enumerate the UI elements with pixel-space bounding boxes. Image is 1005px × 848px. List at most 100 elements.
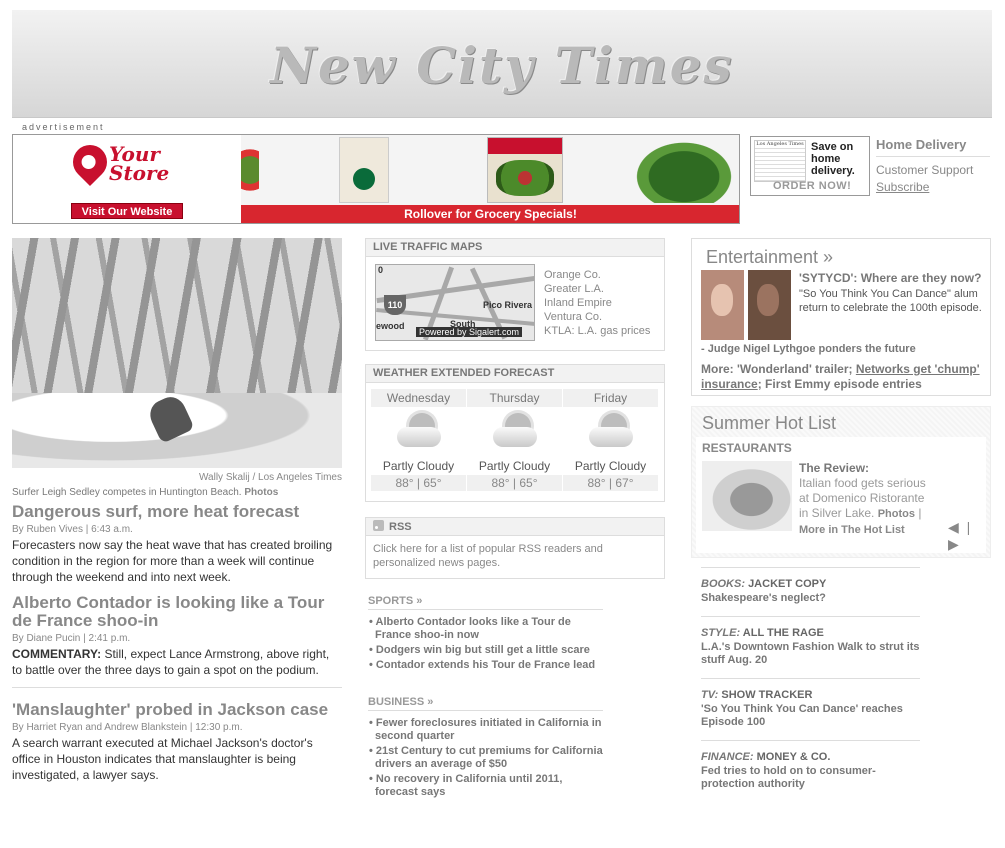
traffic-link-greater-la[interactable]: Greater L.A. [544, 282, 650, 296]
traffic-region-links: Orange Co. Greater L.A. Inland Empire Ve… [544, 268, 650, 338]
entertainment-summary: "So You Think You Can Dance" alum return… [799, 288, 982, 314]
photos-link[interactable]: Photos [878, 508, 915, 520]
more-suffix[interactable]: ; First Emmy episode entries [758, 377, 922, 391]
business-section-link[interactable]: BUSINESS » [368, 696, 603, 711]
forecast-temps: 88° | 65° [467, 475, 562, 491]
feature-kicker[interactable]: TV: SHOW TRACKER [701, 689, 920, 701]
entertainment-photo[interactable] [701, 270, 791, 340]
entertainment-story: 'SYTYCD': Where are they now? "So You Th… [799, 271, 984, 315]
visit-website-button[interactable]: Visit Our Website [71, 203, 183, 219]
feature-kicker-label[interactable]: FINANCE: [701, 751, 754, 763]
customer-support-link[interactable]: Customer Support [876, 163, 990, 177]
traffic-header: LIVE TRAFFIC MAPS [366, 239, 664, 257]
feature-title-link[interactable]: Shakespeare's neglect? [701, 592, 920, 605]
masthead[interactable]: New City Times [12, 10, 992, 118]
list-item[interactable]: • No recovery in California until 2011, … [368, 773, 603, 799]
traffic-maps-box: LIVE TRAFFIC MAPS 0 110 Pico Rivera ewoo… [365, 238, 665, 351]
hot-list-nav-arrows[interactable]: ◀ | ▶ [948, 519, 986, 553]
map-label-pico: Pico Rivera [482, 300, 532, 310]
photo-caption: Surfer Leigh Sedley competes in Huntingt… [12, 487, 278, 498]
rollover-specials-bar[interactable]: Rollover for Grocery Specials! [241, 205, 739, 223]
sports-section: SPORTS » • Alberto Contador looks like a… [368, 595, 603, 674]
subscribe-link[interactable]: Subscribe [876, 180, 990, 194]
sports-section-link[interactable]: SPORTS » [368, 595, 603, 610]
traffic-link-orange[interactable]: Orange Co. [544, 268, 650, 282]
feature-title-link[interactable]: 'So You Think You Can Dance' reaches Epi… [701, 703, 920, 729]
photo-caption-text: Surfer Leigh Sedley competes in Huntingt… [12, 487, 242, 498]
lead-photo[interactable] [12, 238, 342, 468]
forecast-day: Thursday Partly Cloudy 88° | 65° [467, 389, 562, 491]
list-item-label[interactable]: Alberto Contador looks like a Tour de Fr… [375, 616, 571, 641]
sports-list: • Alberto Contador looks like a Tour de … [368, 616, 603, 672]
store-logo-text: Your Store [109, 142, 170, 185]
story-headline[interactable]: Alberto Contador is looking like a Tour … [12, 594, 342, 630]
feature-kicker-label[interactable]: TV: [701, 689, 718, 701]
coffee-logo-icon [353, 168, 375, 190]
list-item[interactable]: • Alberto Contador looks like a Tour de … [368, 616, 603, 642]
hot-list-category: RESTAURANTS [702, 441, 792, 455]
weather-box: WEATHER EXTENDED FORECAST Wednesday Part… [365, 364, 665, 502]
feature-kicker-label[interactable]: STYLE: [701, 627, 740, 639]
story-headline[interactable]: 'Manslaughter' probed in Jackson case [12, 701, 342, 719]
feature-kicker[interactable]: FINANCE: MONEY & CO. [701, 751, 920, 763]
list-item[interactable]: • Fewer foreclosures initiated in Califo… [368, 717, 603, 743]
feature-kicker-label[interactable]: BOOKS: [701, 578, 745, 590]
list-item-label[interactable]: Dodgers win big but still get a little s… [376, 644, 590, 656]
partly-cloudy-icon [491, 413, 539, 449]
forecast-day: Wednesday Partly Cloudy 88° | 65° [371, 389, 466, 491]
list-item[interactable]: • Dodgers win big but still get a little… [368, 644, 603, 657]
entertainment-box: Entertainment » 'SYTYCD': Where are they… [691, 238, 991, 396]
feature-kicker[interactable]: BOOKS: JACKET COPY [701, 578, 920, 590]
story-summary: A search warrant executed at Michael Jac… [12, 736, 313, 782]
traffic-link-inland-empire[interactable]: Inland Empire [544, 296, 650, 310]
story-headline[interactable]: Dangerous surf, more heat forecast [12, 503, 342, 521]
rss-readers-link[interactable]: Click here for a list of popular RSS rea… [366, 536, 664, 576]
site-title[interactable]: New City Times [12, 36, 992, 95]
list-item[interactable]: • Contador extends his Tour de France le… [368, 659, 603, 672]
photos-link[interactable]: Photos [244, 487, 278, 498]
partly-cloudy-icon [587, 413, 635, 449]
feature-section[interactable]: MONEY & CO. [757, 751, 831, 763]
traffic-map-thumbnail[interactable]: 0 110 Pico Rivera ewood South Powered by… [375, 264, 535, 341]
list-item-label[interactable]: No recovery in California until 2011, fo… [375, 773, 562, 798]
promo-save-text: Save on home delivery. [811, 141, 855, 177]
more-prefix[interactable]: More: 'Wonderland' trailer; [701, 362, 853, 376]
restaurant-photo[interactable] [702, 461, 792, 531]
business-list: • Fewer foreclosures initiated in Califo… [368, 717, 603, 799]
more-hot-list-link[interactable]: More in The Hot List [799, 524, 905, 536]
photos-link-label[interactable]: Photos [244, 487, 278, 498]
feature-title-link[interactable]: L.A.'s Downtown Fashion Walk to strut it… [701, 641, 920, 667]
order-now-label: ORDER NOW! [773, 180, 852, 192]
list-item-label[interactable]: 21st Century to cut premiums for Califor… [375, 745, 603, 770]
feature-section[interactable]: SHOW TRACKER [721, 689, 812, 701]
feature-section[interactable]: JACKET COPY [748, 578, 826, 590]
hot-list-review: The Review: Italian food gets serious at… [799, 461, 934, 538]
home-delivery-link[interactable]: Home Delivery [876, 137, 990, 157]
review-title-link[interactable]: The Review: [799, 461, 934, 475]
list-item-label[interactable]: Fewer foreclosures initiated in Californ… [375, 717, 601, 742]
newspaper-thumbnail-title: Los Angeles Times [755, 141, 805, 147]
photo-credit: Wally Skalij / Los Angeles Times [198, 472, 342, 483]
review-text: Italian food gets serious at Domenico Ri… [799, 476, 926, 536]
feature-item: BOOKS: JACKET COPY Shakespeare's neglect… [701, 567, 920, 605]
rss-icon [373, 520, 384, 531]
feature-kicker[interactable]: STYLE: ALL THE RAGE [701, 627, 920, 639]
grocery-ad-banner[interactable]: Your Store Visit Our Website Rollover fo… [12, 134, 740, 224]
ad-product-strip[interactable] [241, 135, 739, 205]
entertainment-headline[interactable]: 'SYTYCD': Where are they now? [799, 271, 984, 285]
traffic-link-ventura[interactable]: Ventura Co. [544, 310, 650, 324]
feature-title-link[interactable]: Fed tries to hold on to consumer-protect… [701, 765, 920, 791]
forecast-condition: Partly Cloudy [382, 459, 455, 473]
extended-forecast-link[interactable]: EXTENDED FORECAST [431, 367, 554, 379]
business-section: BUSINESS » • Fewer foreclosures initiate… [368, 696, 603, 801]
feature-section[interactable]: ALL THE RAGE [743, 627, 824, 639]
forecast-temps: 88° | 65° [371, 475, 466, 491]
map-label-zero: 0 [378, 265, 384, 275]
entertainment-note-link[interactable]: - Judge Nigel Lythgoe ponders the future [701, 343, 916, 355]
list-item[interactable]: • 21st Century to cut premiums for Calif… [368, 745, 603, 771]
traffic-link-gas-prices[interactable]: KTLA: L.A. gas prices [544, 324, 650, 338]
home-delivery-promo[interactable]: Los Angeles Times Save on home delivery.… [750, 136, 870, 196]
entertainment-section-link[interactable]: Entertainment » [692, 239, 990, 268]
salad-icon [496, 160, 554, 196]
list-item-label[interactable]: Contador extends his Tour de France lead [376, 659, 595, 671]
